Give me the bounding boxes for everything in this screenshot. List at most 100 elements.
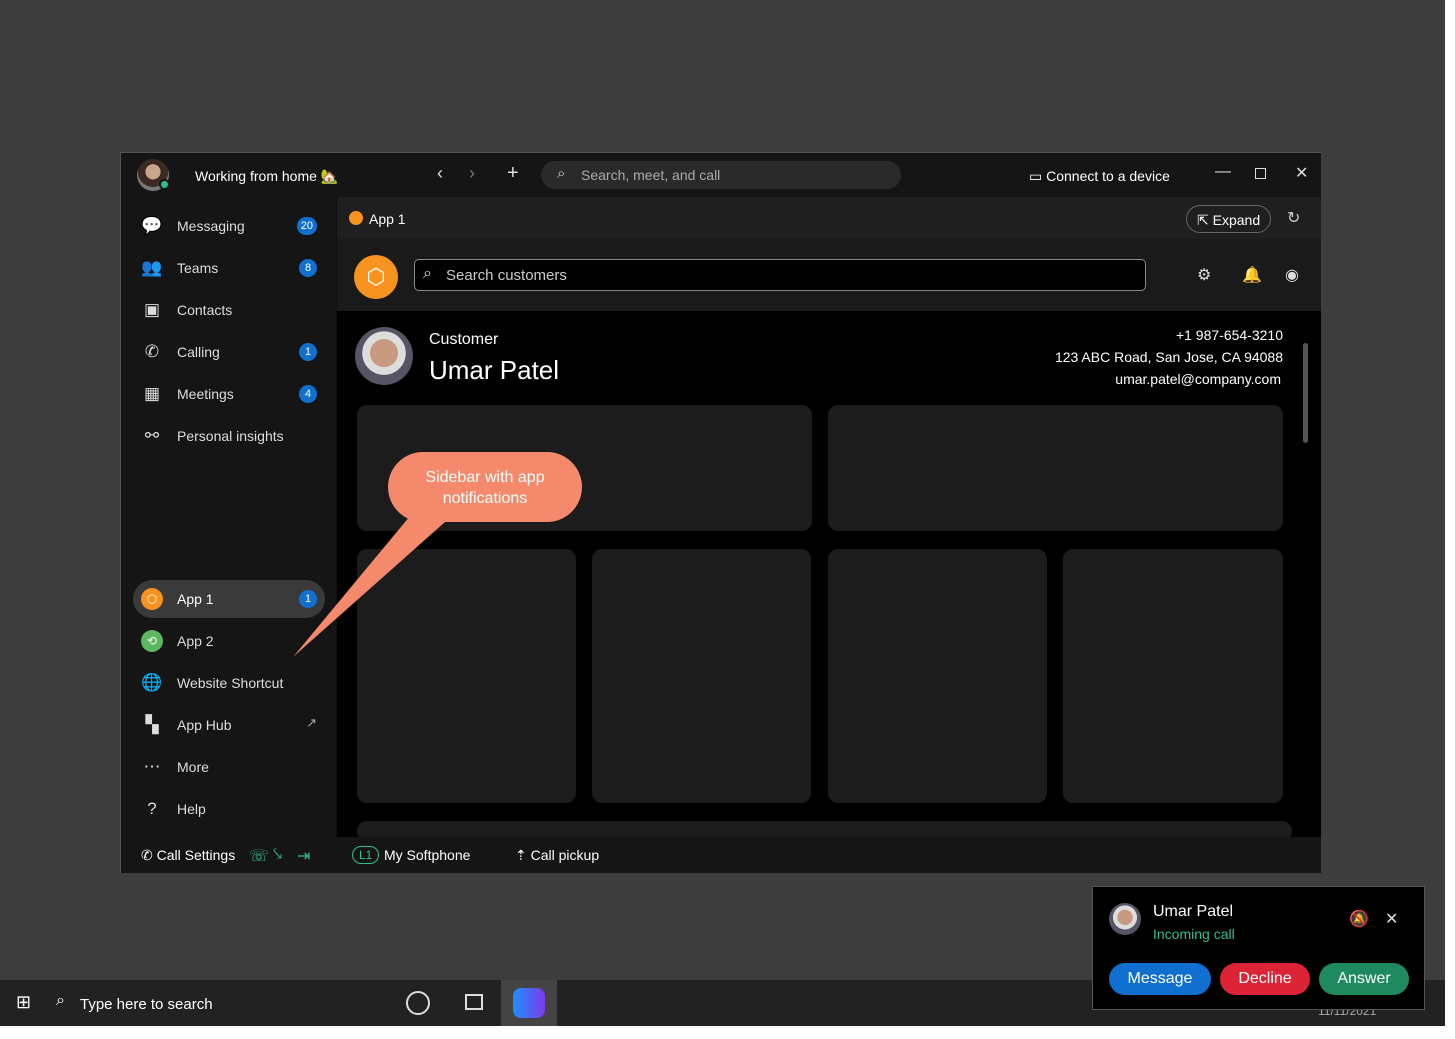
cortana-icon[interactable] bbox=[406, 991, 430, 1015]
callout-text: Sidebar with app notifications bbox=[425, 469, 545, 507]
softphone-button[interactable]: My Softphone bbox=[384, 847, 470, 863]
call-transfer-icon[interactable]: ⇥ bbox=[297, 846, 310, 866]
people-icon: 👥 bbox=[141, 258, 163, 277]
title-bar: Working from home 🏡 ‹ › + ⌕ Search, meet… bbox=[121, 153, 1321, 197]
search-input[interactable]: ⌕ Search, meet, and call bbox=[541, 161, 901, 189]
external-link-icon: ↗ bbox=[306, 715, 317, 730]
bell-icon[interactable]: 🔔 bbox=[1242, 265, 1262, 285]
phone-settings-icon: ✆ bbox=[141, 847, 157, 863]
profile-icon[interactable]: ◉ bbox=[1285, 265, 1299, 285]
label: Teams bbox=[177, 260, 219, 276]
badge: 1 bbox=[299, 343, 317, 361]
sidebar-item-app-hub[interactable]: ▚ App Hub ↗ bbox=[133, 706, 325, 744]
customer-label: Customer bbox=[429, 331, 499, 348]
close-button[interactable]: ✕ bbox=[1295, 163, 1308, 183]
device-icon: ▭ bbox=[1029, 168, 1047, 184]
windows-start-icon[interactable]: ⊞ bbox=[16, 992, 31, 1013]
label: Call pickup bbox=[530, 847, 600, 863]
call-pickup-button[interactable]: ⇡ Call pickup bbox=[515, 847, 599, 864]
label: Help bbox=[177, 801, 206, 817]
webex-taskbar-button[interactable] bbox=[501, 980, 557, 1026]
webex-icon bbox=[513, 988, 545, 1018]
badge: 20 bbox=[296, 217, 317, 235]
caller-name: Umar Patel bbox=[1153, 903, 1234, 920]
label: App 1 bbox=[177, 591, 214, 607]
plus-icon[interactable]: + bbox=[507, 162, 519, 185]
search-placeholder: Search customers bbox=[446, 267, 567, 284]
globe-icon: 🌐 bbox=[141, 673, 163, 692]
forward-icon[interactable]: › bbox=[469, 163, 475, 184]
connect-device-button[interactable]: ▭ Connect to a device bbox=[1029, 168, 1170, 185]
call-settings-button[interactable]: ✆ Call Settings bbox=[141, 847, 235, 864]
customer-phone: +1 987-654-3210 bbox=[1175, 327, 1283, 343]
app-cube-icon bbox=[349, 211, 363, 225]
insights-icon: ⚯ bbox=[144, 426, 160, 445]
content-card bbox=[592, 549, 811, 803]
expand-icon: ⇱ bbox=[1197, 212, 1213, 228]
app-tab[interactable]: App 1 bbox=[369, 211, 406, 227]
message-button[interactable]: Message bbox=[1109, 963, 1211, 995]
customer-address: 123 ABC Road, San Jose, CA 94088 bbox=[1054, 349, 1283, 365]
search-icon: ⌕ bbox=[423, 265, 432, 282]
badge: 8 bbox=[299, 259, 317, 277]
customer-search-input[interactable]: ⌕ Search customers bbox=[414, 259, 1146, 291]
callout-pointer bbox=[293, 510, 445, 657]
search-icon: ⌕ bbox=[557, 165, 566, 182]
customer-email: umar.patel@company.com bbox=[1115, 371, 1281, 387]
refresh-icon[interactable]: ↻ bbox=[1287, 208, 1300, 228]
sidebar-item-meetings[interactable]: ▦ Meetings 4 bbox=[133, 375, 325, 413]
customer-avatar bbox=[355, 327, 413, 385]
status-text[interactable]: Working from home 🏡 bbox=[195, 168, 338, 185]
call-pickup-icon: ⇡ bbox=[515, 847, 531, 863]
label: More bbox=[177, 759, 209, 775]
app-2-icon: ⟲ bbox=[141, 630, 163, 652]
help-icon: ? bbox=[147, 799, 157, 818]
missed-call-icon[interactable]: ⤥ bbox=[273, 846, 282, 864]
label: Website Shortcut bbox=[177, 675, 284, 691]
search-icon: ⌕ bbox=[56, 992, 65, 1009]
incoming-call-popup: Umar Patel Incoming call 🔕 ✕ Message Dec… bbox=[1092, 886, 1425, 1010]
badge: 4 bbox=[299, 385, 317, 403]
scrollbar[interactable] bbox=[1303, 343, 1308, 443]
label: Call Settings bbox=[156, 847, 236, 863]
content-card bbox=[828, 405, 1283, 531]
more-icon: ⋯ bbox=[143, 757, 161, 776]
expand-button[interactable]: ⇱ Expand bbox=[1186, 205, 1272, 233]
sidebar-item-teams[interactable]: 👥 Teams 8 bbox=[133, 249, 325, 287]
bottom-bar: ✆ Call Settings ☏ ⤥ ⇥ L1 My Softphone ⇡ … bbox=[121, 837, 1321, 873]
maximize-button[interactable] bbox=[1255, 168, 1266, 179]
content-card bbox=[828, 549, 1047, 803]
app-logo-icon: ⬡ bbox=[354, 255, 398, 299]
app-hub-icon: ▚ bbox=[145, 715, 159, 734]
presence-icon bbox=[159, 179, 170, 190]
sidebar-item-contacts[interactable]: ▣ Contacts bbox=[133, 291, 325, 329]
sidebar-item-help[interactable]: ? Help bbox=[133, 790, 325, 828]
contacts-icon: ▣ bbox=[143, 300, 161, 319]
task-view-icon[interactable] bbox=[465, 994, 483, 1010]
sidebar-item-more[interactable]: ⋯ More bbox=[133, 748, 325, 786]
close-icon[interactable]: ✕ bbox=[1385, 909, 1398, 929]
mute-bell-icon[interactable]: 🔕 bbox=[1349, 909, 1369, 929]
app-cube-icon: ⬡ bbox=[141, 588, 163, 610]
taskbar-search[interactable]: Type here to search bbox=[80, 996, 213, 1013]
label: App Hub bbox=[177, 717, 232, 733]
call-forward-icon[interactable]: ☏ bbox=[249, 846, 269, 866]
answer-button[interactable]: Answer bbox=[1319, 963, 1409, 995]
sidebar-item-calling[interactable]: ✆ Calling 1 bbox=[133, 333, 325, 371]
label: Personal insights bbox=[177, 428, 284, 444]
label: App 2 bbox=[177, 633, 214, 649]
label: Contacts bbox=[177, 302, 233, 318]
line-badge: L1 bbox=[352, 846, 380, 864]
call-status: Incoming call bbox=[1153, 926, 1235, 942]
minimize-button[interactable]: — bbox=[1215, 163, 1231, 181]
connect-label: Connect to a device bbox=[1046, 168, 1170, 184]
label: Meetings bbox=[177, 386, 234, 402]
calendar-icon: ▦ bbox=[143, 384, 161, 403]
decline-button[interactable]: Decline bbox=[1220, 963, 1310, 995]
back-icon[interactable]: ‹ bbox=[437, 163, 443, 184]
content-card bbox=[1063, 549, 1283, 803]
settings-gear-icon[interactable]: ⚙ bbox=[1197, 265, 1211, 285]
sidebar-item-messaging[interactable]: 💬 Messaging 20 bbox=[133, 207, 325, 245]
phone-icon: ✆ bbox=[144, 342, 160, 361]
desktop: Working from home 🏡 ‹ › + ⌕ Search, meet… bbox=[0, 0, 1445, 1026]
